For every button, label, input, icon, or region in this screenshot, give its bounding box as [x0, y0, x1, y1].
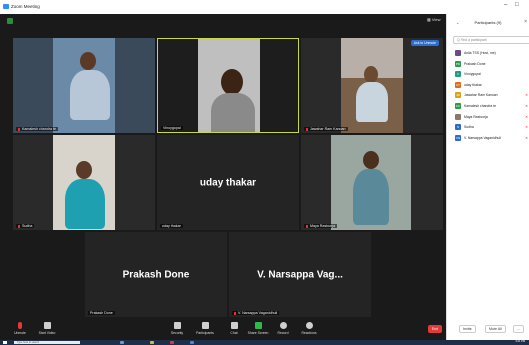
participant-row[interactable]: V Vinoygopal	[453, 69, 529, 80]
participant-row[interactable]: PD Prakash Done	[453, 59, 529, 70]
file-explorer-icon[interactable]	[150, 341, 154, 344]
chat-icon	[230, 322, 238, 329]
participants-icon	[201, 322, 209, 329]
participant-row[interactable]: Anila TSS (Host, me)	[453, 48, 529, 59]
title-bar: Zoom Meeting – □	[0, 0, 529, 14]
shield-icon	[173, 322, 181, 329]
video-tile-prakash[interactable]: Prakash Done Prakash Done	[85, 232, 227, 317]
mic-muted-icon	[306, 127, 308, 131]
zoom-taskbar-icon[interactable]	[190, 341, 194, 344]
tile-name: Jawahar Ram Kanoan	[310, 127, 346, 131]
mic-muted-icon: ✕	[525, 125, 528, 130]
taskbar-clock: 3:21 PM	[515, 340, 525, 343]
video-tile-narsappa[interactable]: V. Narsappa Vag... V. Narsappa Vaganidhu…	[229, 232, 371, 317]
participant-row[interactable]: Maya Rastoorja ✕	[453, 112, 529, 123]
mic-muted-icon	[234, 311, 236, 315]
mic-muted-icon	[306, 224, 308, 228]
participant-search-input[interactable]: Q Find a participant	[453, 36, 529, 44]
avatar	[455, 113, 461, 120]
meeting-toolbar: Unmute Start Video Security Participants…	[0, 320, 446, 340]
avatar: S	[455, 124, 461, 131]
minimize-icon[interactable]: –	[504, 2, 507, 8]
start-video-button[interactable]: Start Video	[32, 322, 62, 335]
share-screen-icon	[254, 322, 262, 329]
view-button[interactable]: ▦ View	[427, 17, 441, 22]
mic-muted-icon: ✕	[525, 103, 528, 108]
tile-name: Vinoygopal	[163, 126, 181, 130]
participants-panel: ⌄ Participants (9) × Q Find a participan…	[446, 14, 529, 340]
mic-muted-icon: ✕	[525, 114, 528, 119]
reactions-icon	[305, 322, 313, 329]
mic-muted-icon: ✕	[525, 93, 528, 98]
video-tile-maya[interactable]: Maya Rastoorja	[301, 135, 443, 230]
video-tile-uday[interactable]: uday thakar uday thakar	[157, 135, 299, 230]
close-icon[interactable]: ×	[524, 19, 527, 25]
panel-title: Participants (9)	[474, 20, 502, 25]
participant-row[interactable]: KC Kamalesh chandra te ✕	[453, 101, 529, 112]
zoom-app-icon	[3, 4, 9, 9]
meeting-area: ▦ View Kamalesh chandra te Vinoygopal As…	[0, 14, 446, 320]
mic-muted-icon	[18, 224, 20, 228]
microphone-icon	[18, 322, 22, 329]
video-tile-sudha[interactable]: Sudha	[13, 135, 155, 230]
avatar: VN	[455, 134, 461, 141]
avatar: UT	[455, 81, 461, 88]
video-tile-vinoygopal[interactable]: Vinoygopal	[157, 38, 299, 133]
participant-row[interactable]: VN V. Narsappa Vaganidhuli ✕	[453, 133, 529, 144]
window-title: Zoom Meeting	[11, 4, 40, 9]
avatar: JR	[455, 92, 461, 99]
participant-display-name: uday thakar	[199, 177, 257, 188]
task-view-icon[interactable]	[120, 341, 124, 344]
video-tile-jawahar[interactable]: Ask to Unmute Jawahar Ram Kanoan	[301, 38, 443, 133]
windows-taskbar: Type here to search 3:21 PM	[0, 340, 529, 345]
avatar: PD	[455, 60, 461, 67]
zoom-window: Zoom Meeting – □ ▦ View Kamalesh chandra…	[0, 0, 529, 345]
participant-row[interactable]: S Sudha ✕	[453, 122, 529, 133]
tile-name: V. Narsappa Vaganidhuli	[238, 311, 278, 315]
taskbar-search-input[interactable]: Type here to search	[14, 341, 80, 344]
participant-list: Anila TSS (Host, me) PD Prakash Done V Vin…	[453, 48, 529, 143]
windows-start-icon[interactable]	[3, 341, 7, 344]
participants-button[interactable]: Participants	[190, 322, 220, 335]
tile-name: uday thakar	[162, 224, 181, 228]
browser-icon[interactable]	[170, 341, 174, 344]
avatar: KC	[455, 102, 461, 109]
avatar	[455, 50, 461, 56]
invite-button[interactable]: Invite	[459, 325, 476, 333]
end-meeting-button[interactable]: End	[428, 325, 442, 333]
tile-name: Kamalesh chandra te	[22, 127, 56, 131]
tile-name: Prakash Done	[90, 311, 113, 315]
more-options-button[interactable]: ...	[513, 325, 524, 333]
mic-muted-icon	[18, 127, 20, 131]
security-button[interactable]: Security	[162, 322, 192, 335]
video-camera-icon	[43, 322, 51, 329]
participant-display-name: V. Narsappa Vag...	[257, 269, 343, 280]
unmute-button[interactable]: Unmute	[5, 322, 35, 335]
avatar: V	[455, 71, 461, 78]
participant-display-name: Prakash Done	[122, 269, 190, 280]
video-tile-kamalesh[interactable]: Kamalesh chandra te	[13, 38, 155, 133]
tile-name: Sudha	[22, 224, 33, 228]
meeting-info-icon[interactable]	[7, 18, 13, 24]
maximize-icon[interactable]: □	[515, 2, 519, 8]
participant-row[interactable]: JR Jawahar Ram Kanoan ✕	[453, 90, 529, 101]
tile-name: Maya Rastoorja	[310, 224, 336, 228]
mic-muted-icon: ✕	[525, 135, 528, 140]
participant-row[interactable]: UT uday thakar	[453, 80, 529, 91]
reactions-button[interactable]: Reactions	[294, 322, 324, 335]
record-icon	[279, 322, 287, 329]
mute-all-button[interactable]: Mute All	[485, 325, 506, 333]
ask-to-unmute-button[interactable]: Ask to Unmute	[410, 40, 439, 46]
